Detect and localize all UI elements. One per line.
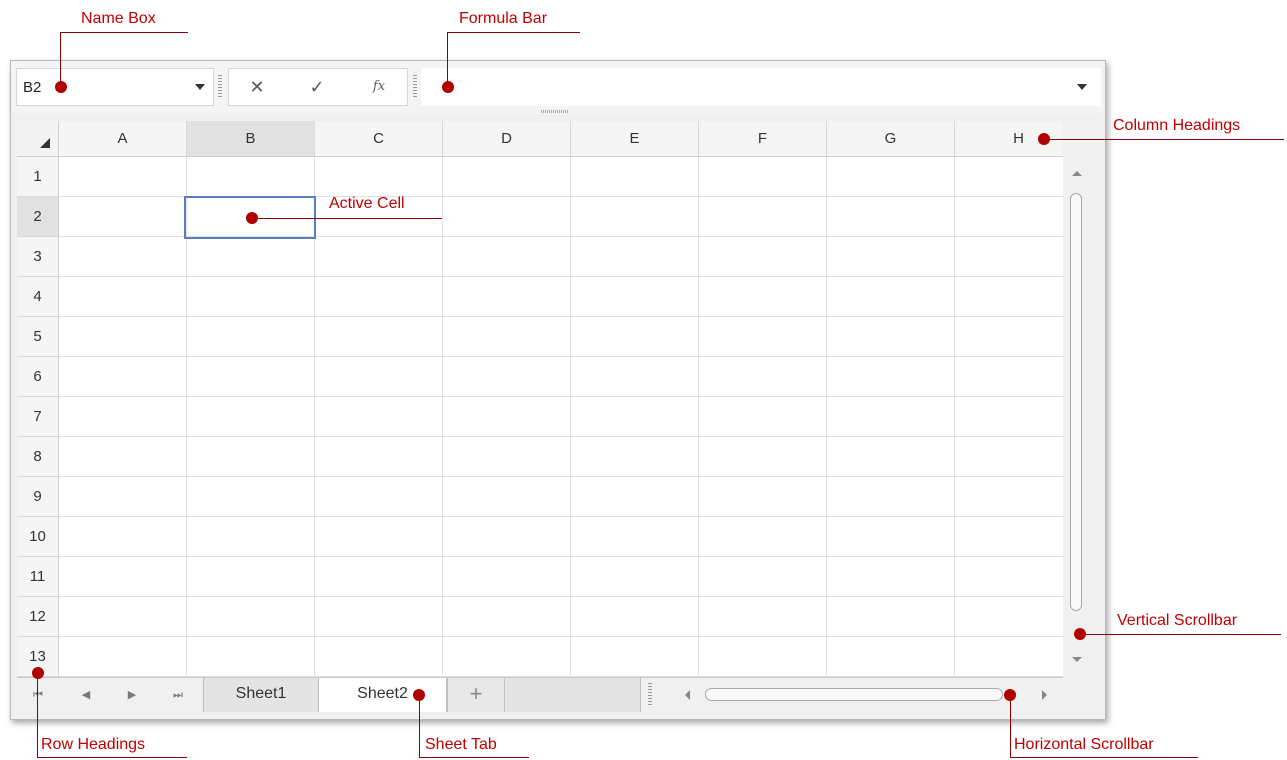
leader-line (419, 695, 420, 758)
row-heading[interactable]: 10 (17, 517, 59, 557)
worksheet-grid[interactable]: A B C D E F G H 1 2 3 4 5 6 7 8 9 10 11 12 13 (17, 121, 1063, 677)
grid-line (59, 396, 1063, 397)
leader-line (1010, 757, 1198, 758)
sheet-tab-sheet2[interactable]: Sheet2 (319, 678, 447, 712)
row-heading[interactable]: 5 (17, 317, 59, 357)
leader-line (60, 32, 188, 33)
marker-dot (442, 81, 454, 93)
sheet-tab-sheet1[interactable]: Sheet1 (203, 678, 319, 712)
row-heading[interactable]: 11 (17, 557, 59, 597)
select-all-corner[interactable] (17, 121, 59, 157)
column-heading[interactable]: F (699, 121, 827, 157)
sheet-bar: ⏮ ◀ ▶ ⏭ Sheet1 Sheet2 + (17, 677, 1063, 712)
insert-function-button[interactable]: fx (359, 69, 399, 105)
marker-dot (1074, 628, 1086, 640)
grid-line (59, 476, 1063, 477)
column-heading[interactable]: A (59, 121, 187, 157)
add-sheet-button[interactable]: + (447, 678, 505, 712)
formula-input[interactable] (421, 68, 1101, 106)
grip-icon[interactable] (413, 75, 417, 99)
annotation-label: Name Box (81, 10, 156, 27)
row-heading[interactable]: 6 (17, 357, 59, 397)
scroll-left-icon[interactable] (685, 690, 690, 700)
column-heading[interactable]: D (443, 121, 571, 157)
column-heading[interactable]: B (187, 121, 315, 157)
row-heading[interactable]: 1 (17, 157, 59, 197)
grid-line (59, 556, 1063, 557)
marker-dot (55, 81, 67, 93)
leader-line (447, 32, 580, 33)
marker-dot (1004, 689, 1016, 701)
leader-line (447, 32, 448, 86)
grid-line (59, 276, 1063, 277)
leader-line (37, 757, 187, 758)
marker-dot (32, 667, 44, 679)
row-heading[interactable]: 3 (17, 237, 59, 277)
grid-line (59, 356, 1063, 357)
leader-line (1010, 695, 1011, 758)
horizontal-scroll-thumb[interactable] (705, 688, 1003, 701)
tab-area-blank (505, 678, 641, 712)
enter-button[interactable]: ✓ (297, 69, 337, 105)
grip-icon[interactable] (648, 683, 652, 707)
grip-icon[interactable] (218, 75, 222, 99)
annotation-label: Row Headings (41, 736, 146, 753)
annotation-label: Vertical Scrollbar (1117, 612, 1238, 629)
vertical-scrollbar[interactable] (1063, 157, 1089, 677)
leader-line (37, 672, 38, 758)
splitter-handle[interactable] (541, 110, 569, 113)
marker-dot (1038, 133, 1050, 145)
grid-line (826, 157, 827, 677)
chevron-down-icon[interactable] (1077, 84, 1087, 90)
row-heading[interactable]: 8 (17, 437, 59, 477)
vertical-scroll-thumb[interactable] (1070, 193, 1082, 611)
scroll-up-icon[interactable] (1072, 171, 1082, 176)
grid-line (59, 636, 1063, 637)
column-heading[interactable]: C (315, 121, 443, 157)
name-box-value: B2 (23, 79, 42, 96)
row-heading[interactable]: 12 (17, 597, 59, 637)
annotation-label: Sheet Tab (425, 736, 497, 753)
select-all-icon (40, 138, 50, 148)
annotation-label: Active Cell (329, 195, 405, 212)
column-heading[interactable]: G (827, 121, 955, 157)
row-heading[interactable]: 2 (17, 197, 59, 237)
leader-line (1080, 634, 1281, 635)
leader-line (252, 218, 442, 219)
grid-line (59, 516, 1063, 517)
leader-line (419, 757, 529, 758)
grid-line (59, 316, 1063, 317)
marker-dot (246, 212, 258, 224)
annotation-label: Column Headings (1113, 117, 1241, 134)
scroll-down-icon[interactable] (1072, 657, 1082, 662)
next-sheet-icon[interactable]: ▶ (117, 680, 147, 710)
grid-line (954, 157, 955, 677)
grid-line (442, 157, 443, 677)
leader-line (60, 32, 61, 86)
chevron-down-icon[interactable] (195, 84, 205, 90)
grid-line (59, 596, 1063, 597)
last-sheet-icon[interactable]: ⏭ (163, 680, 193, 710)
leader-line (1046, 139, 1284, 140)
cancel-button[interactable]: ✕ (237, 69, 277, 105)
formula-buttons: ✕ ✓ fx (228, 68, 408, 106)
scroll-right-icon[interactable] (1042, 690, 1047, 700)
column-heading[interactable]: E (571, 121, 699, 157)
row-heading[interactable]: 7 (17, 397, 59, 437)
prev-sheet-icon[interactable]: ◀ (71, 680, 101, 710)
grid-line (698, 157, 699, 677)
annotation-label: Horizontal Scrollbar (1014, 736, 1154, 753)
first-sheet-icon[interactable]: ⏮ (23, 680, 53, 710)
grid-line (59, 436, 1063, 437)
marker-dot (413, 689, 425, 701)
row-heading[interactable]: 9 (17, 477, 59, 517)
grid-line (570, 157, 571, 677)
row-heading[interactable]: 4 (17, 277, 59, 317)
annotation-label: Formula Bar (459, 10, 548, 27)
name-box[interactable]: B2 (16, 68, 214, 106)
